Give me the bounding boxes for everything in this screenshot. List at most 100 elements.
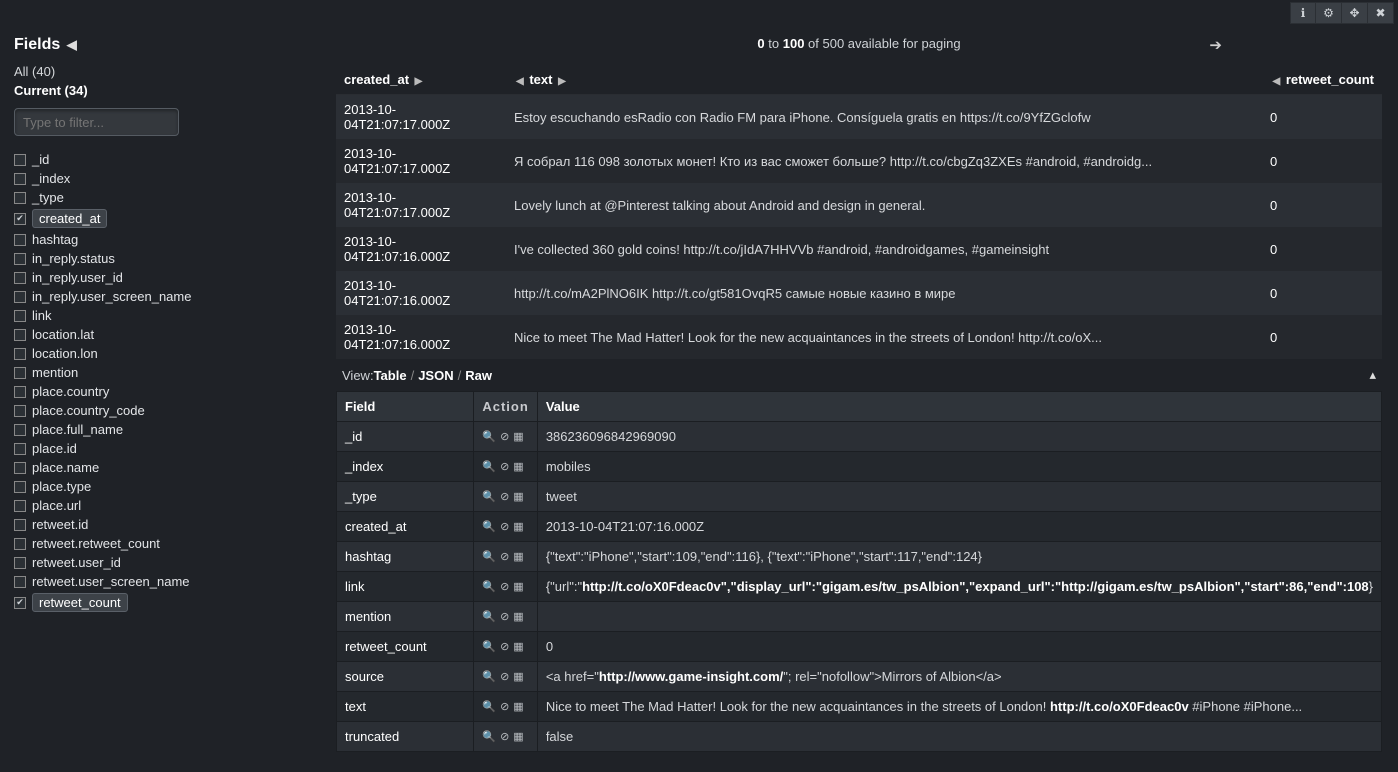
- view-raw-link[interactable]: Raw: [465, 368, 492, 383]
- col-created-at[interactable]: created_at ▶: [336, 65, 506, 95]
- table-row[interactable]: 2013-10-04T21:07:16.000ZNice to meet The…: [336, 315, 1382, 359]
- field-checkbox[interactable]: [14, 173, 26, 185]
- columns-icon[interactable]: ▦: [513, 430, 524, 443]
- field-checkbox[interactable]: [14, 538, 26, 550]
- columns-icon[interactable]: ▦: [513, 610, 524, 623]
- search-icon[interactable]: 🔍: [482, 430, 497, 443]
- ban-icon[interactable]: ⊘: [500, 580, 510, 593]
- field-checkbox[interactable]: [14, 462, 26, 474]
- move-icon[interactable]: ✥: [1342, 2, 1368, 24]
- table-row[interactable]: 2013-10-04T21:07:16.000ZI've collected 3…: [336, 227, 1382, 271]
- field-item[interactable]: retweet.user_screen_name: [14, 572, 306, 591]
- field-item[interactable]: _id: [14, 150, 306, 169]
- ban-icon[interactable]: ⊘: [500, 520, 510, 533]
- field-checkbox[interactable]: [14, 253, 26, 265]
- field-checkbox[interactable]: [14, 519, 26, 531]
- ban-icon[interactable]: ⊘: [500, 460, 510, 473]
- fields-filter-input[interactable]: [14, 108, 179, 136]
- field-item[interactable]: place.country: [14, 382, 306, 401]
- fields-title[interactable]: Fields ◀: [14, 36, 306, 54]
- search-icon[interactable]: 🔍: [482, 640, 497, 653]
- field-checkbox[interactable]: [14, 329, 26, 341]
- field-checkbox[interactable]: [14, 481, 26, 493]
- ban-icon[interactable]: ⊘: [500, 430, 510, 443]
- columns-icon[interactable]: ▦: [513, 580, 524, 593]
- field-item[interactable]: location.lon: [14, 344, 306, 363]
- field-item[interactable]: place.id: [14, 439, 306, 458]
- columns-icon[interactable]: ▦: [513, 670, 524, 683]
- close-icon[interactable]: ✖: [1368, 2, 1394, 24]
- field-checkbox[interactable]: [14, 405, 26, 417]
- columns-icon[interactable]: ▦: [513, 640, 524, 653]
- field-item[interactable]: created_at: [14, 207, 306, 230]
- columns-icon[interactable]: ▦: [513, 730, 524, 743]
- field-checkbox[interactable]: [14, 192, 26, 204]
- field-checkbox[interactable]: [14, 576, 26, 588]
- field-item[interactable]: place.type: [14, 477, 306, 496]
- field-checkbox[interactable]: [14, 443, 26, 455]
- search-icon[interactable]: 🔍: [482, 610, 497, 623]
- field-checkbox[interactable]: [14, 291, 26, 303]
- field-checkbox[interactable]: [14, 213, 26, 225]
- col-retweet-count[interactable]: ◀ retweet_count: [1262, 65, 1382, 95]
- field-checkbox[interactable]: [14, 272, 26, 284]
- field-item[interactable]: mention: [14, 363, 306, 382]
- search-icon[interactable]: 🔍: [482, 550, 497, 563]
- field-checkbox[interactable]: [14, 597, 26, 609]
- table-row[interactable]: 2013-10-04T21:07:17.000ZЯ собрал 116 098…: [336, 139, 1382, 183]
- field-item[interactable]: in_reply.status: [14, 249, 306, 268]
- col-text[interactable]: ◀ text ▶: [506, 65, 1262, 95]
- field-checkbox[interactable]: [14, 424, 26, 436]
- ban-icon[interactable]: ⊘: [500, 670, 510, 683]
- search-icon[interactable]: 🔍: [482, 520, 497, 533]
- field-item[interactable]: place.full_name: [14, 420, 306, 439]
- field-item[interactable]: retweet.retweet_count: [14, 534, 306, 553]
- fields-current-link[interactable]: Current (34): [14, 83, 306, 98]
- view-table-link[interactable]: Table: [374, 368, 407, 383]
- field-checkbox[interactable]: [14, 234, 26, 246]
- collapse-detail-icon[interactable]: ▴: [1369, 367, 1376, 383]
- field-item[interactable]: retweet_count: [14, 591, 306, 614]
- columns-icon[interactable]: ▦: [513, 700, 524, 713]
- field-checkbox[interactable]: [14, 500, 26, 512]
- field-item[interactable]: _type: [14, 188, 306, 207]
- search-icon[interactable]: 🔍: [482, 460, 497, 473]
- field-item[interactable]: retweet.id: [14, 515, 306, 534]
- field-item[interactable]: place.name: [14, 458, 306, 477]
- columns-icon[interactable]: ▦: [513, 490, 524, 503]
- ban-icon[interactable]: ⊘: [500, 550, 510, 563]
- field-item[interactable]: in_reply.user_id: [14, 268, 306, 287]
- search-icon[interactable]: 🔍: [482, 490, 497, 503]
- ban-icon[interactable]: ⊘: [500, 730, 510, 743]
- ban-icon[interactable]: ⊘: [500, 700, 510, 713]
- ban-icon[interactable]: ⊘: [500, 640, 510, 653]
- field-checkbox[interactable]: [14, 348, 26, 360]
- table-row[interactable]: 2013-10-04T21:07:17.000ZEstoy escuchando…: [336, 95, 1382, 140]
- columns-icon[interactable]: ▦: [513, 550, 524, 563]
- field-item[interactable]: hashtag: [14, 230, 306, 249]
- table-row[interactable]: 2013-10-04T21:07:16.000Zhttp://t.co/mA2P…: [336, 271, 1382, 315]
- field-item[interactable]: retweet.user_id: [14, 553, 306, 572]
- ban-icon[interactable]: ⊘: [500, 490, 510, 503]
- field-checkbox[interactable]: [14, 310, 26, 322]
- field-item[interactable]: location.lat: [14, 325, 306, 344]
- fields-all-link[interactable]: All (40): [14, 64, 306, 79]
- field-item[interactable]: _index: [14, 169, 306, 188]
- field-checkbox[interactable]: [14, 154, 26, 166]
- table-row[interactable]: 2013-10-04T21:07:17.000ZLovely lunch at …: [336, 183, 1382, 227]
- field-item[interactable]: place.country_code: [14, 401, 306, 420]
- columns-icon[interactable]: ▦: [513, 460, 524, 473]
- search-icon[interactable]: 🔍: [482, 700, 497, 713]
- search-icon[interactable]: 🔍: [482, 730, 497, 743]
- view-json-link[interactable]: JSON: [418, 368, 453, 383]
- field-item[interactable]: link: [14, 306, 306, 325]
- gear-icon[interactable]: ⚙: [1316, 2, 1342, 24]
- field-checkbox[interactable]: [14, 386, 26, 398]
- field-checkbox[interactable]: [14, 367, 26, 379]
- info-icon[interactable]: ℹ: [1290, 2, 1316, 24]
- pager-next-icon[interactable]: ➔: [1209, 36, 1222, 54]
- field-item[interactable]: in_reply.user_screen_name: [14, 287, 306, 306]
- columns-icon[interactable]: ▦: [513, 520, 524, 533]
- ban-icon[interactable]: ⊘: [500, 610, 510, 623]
- field-checkbox[interactable]: [14, 557, 26, 569]
